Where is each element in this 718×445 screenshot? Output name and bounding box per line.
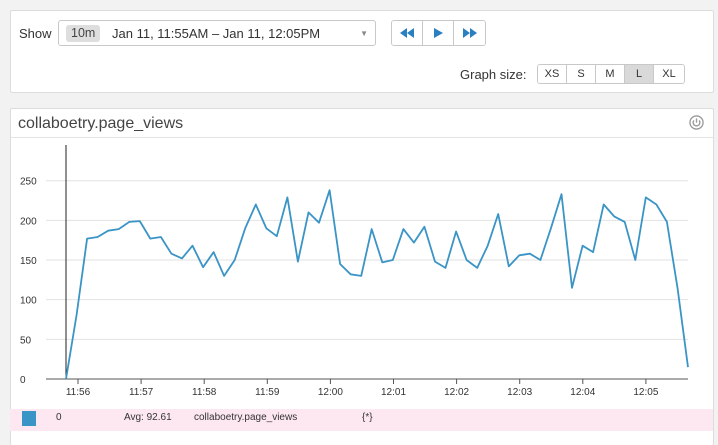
x-tick-label: 12:03 xyxy=(507,387,532,398)
y-tick-label: 0 xyxy=(20,375,26,386)
x-tick-label: 12:00 xyxy=(318,387,343,398)
x-tick-label: 11:57 xyxy=(129,387,154,398)
x-tick-label: 12:04 xyxy=(570,387,595,398)
page-views-chart: 0 50 100 150 200 250 11:56 11:57 11:58 11:59 12:00… xyxy=(20,145,689,398)
legend-tags: {*} xyxy=(362,412,373,423)
x-tick-label: 11:56 xyxy=(66,387,91,398)
x-tick-label: 11:58 xyxy=(192,387,217,398)
series-line xyxy=(65,189,689,380)
legend-avg: Avg: 92.61 xyxy=(124,412,172,423)
y-tick-label: 200 xyxy=(20,216,37,227)
x-tick-label: 12:05 xyxy=(633,387,658,398)
y-tick-label: 150 xyxy=(20,256,37,267)
x-tick-label: 12:01 xyxy=(381,387,406,398)
legend-metric: collaboetry.page_views xyxy=(194,412,298,423)
x-tick-label: 11:59 xyxy=(255,387,280,398)
x-tick-label: 12:02 xyxy=(444,387,469,398)
y-tick-label: 100 xyxy=(20,296,37,307)
y-tick-label: 250 xyxy=(20,177,37,188)
legend-swatch xyxy=(22,411,36,426)
legend-index: 0 xyxy=(56,412,62,423)
y-tick-label: 50 xyxy=(20,335,32,346)
